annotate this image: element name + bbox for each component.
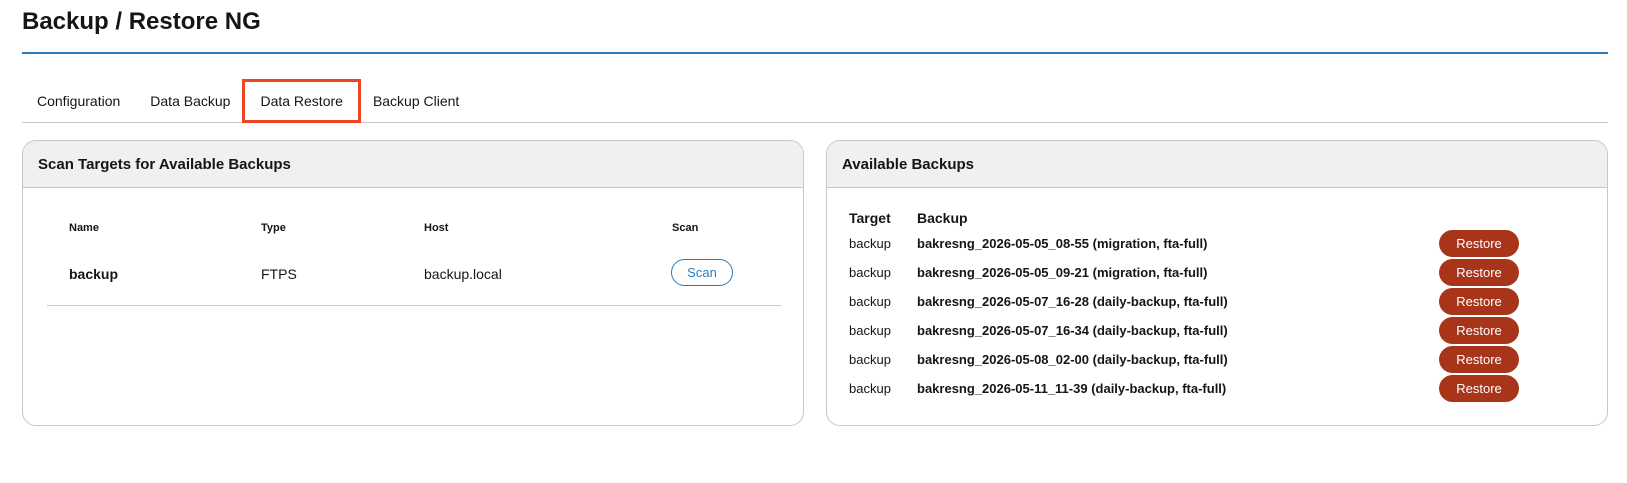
backup-name: bakresng_2026-05-05_09-21 (migration, ft…: [917, 265, 1208, 280]
table-row: backup bakresng_2026-05-05_09-21 (migrat…: [849, 258, 1569, 287]
available-backups-table: Target Backup backup bakresng_2026-05-05…: [849, 207, 1569, 403]
backup-tags: (migration, fta-full): [1089, 236, 1208, 251]
backup-name: bakresng_2026-05-07_16-34 (daily-backup,…: [917, 323, 1228, 338]
tab-backup-client[interactable]: Backup Client: [358, 82, 474, 120]
scan-targets-table: Name Type Host Scan backup FTPS backup.l…: [47, 213, 781, 306]
table-row: backup bakresng_2026-05-07_16-34 (daily-…: [849, 316, 1569, 345]
table-row: backup bakresng_2026-05-07_16-28 (daily-…: [849, 287, 1569, 316]
title-divider: [22, 52, 1608, 54]
backup-tags: (daily-backup, fta-full): [1089, 294, 1228, 309]
table-row: backup FTPS backup.local Scan: [47, 243, 781, 306]
tab-bar: Configuration Data Backup Data Restore B…: [22, 79, 1608, 123]
column-header-host: Host: [424, 222, 449, 234]
column-header-type: Type: [261, 222, 286, 234]
table-row: backup bakresng_2026-05-05_08-55 (migrat…: [849, 229, 1569, 258]
restore-button[interactable]: Restore: [1439, 375, 1519, 402]
backup-target: backup: [849, 381, 891, 396]
backup-tags: (daily-backup, fta-full): [1087, 381, 1227, 396]
restore-button[interactable]: Restore: [1439, 259, 1519, 286]
backup-target: backup: [849, 323, 891, 338]
backup-target: backup: [849, 294, 891, 309]
target-host: backup.local: [424, 266, 502, 282]
backup-name: bakresng_2026-05-07_16-28 (daily-backup,…: [917, 294, 1228, 309]
column-header-scan: Scan: [672, 222, 699, 234]
tab-configuration[interactable]: Configuration: [22, 82, 135, 120]
backup-tags: (daily-backup, fta-full): [1089, 323, 1228, 338]
tab-data-restore[interactable]: Data Restore: [242, 79, 361, 123]
tab-data-backup[interactable]: Data Backup: [135, 82, 245, 120]
column-header-target: Target: [849, 210, 891, 226]
backup-target: backup: [849, 236, 891, 251]
restore-button[interactable]: Restore: [1439, 317, 1519, 344]
scan-targets-panel: Scan Targets for Available Backups Name …: [22, 140, 804, 426]
column-header-name: Name: [69, 222, 99, 234]
table-header-row: Name Type Host Scan: [47, 213, 781, 243]
table-header-row: Target Backup: [849, 207, 1569, 229]
target-type: FTPS: [261, 266, 297, 282]
target-name: backup: [69, 266, 119, 282]
available-backups-panel: Available Backups Target Backup backup b…: [826, 140, 1608, 426]
available-backups-panel-title: Available Backups: [827, 141, 1607, 188]
column-header-backup: Backup: [917, 210, 968, 226]
restore-button[interactable]: Restore: [1439, 346, 1519, 373]
table-row: backup bakresng_2026-05-08_02-00 (daily-…: [849, 345, 1569, 374]
scan-targets-panel-title: Scan Targets for Available Backups: [23, 141, 803, 188]
scan-button[interactable]: Scan: [671, 259, 733, 286]
backup-name: bakresng_2026-05-08_02-00 (daily-backup,…: [917, 352, 1228, 367]
backup-target: backup: [849, 265, 891, 280]
backup-target: backup: [849, 352, 891, 367]
page-title: Backup / Restore NG: [22, 8, 261, 35]
backup-tags: (migration, fta-full): [1089, 265, 1208, 280]
backup-name: bakresng_2026-05-11_11-39 (daily-backup,…: [917, 381, 1227, 396]
restore-button[interactable]: Restore: [1439, 230, 1519, 257]
restore-button[interactable]: Restore: [1439, 288, 1519, 315]
backup-name: bakresng_2026-05-05_08-55 (migration, ft…: [917, 236, 1208, 251]
backup-tags: (daily-backup, fta-full): [1089, 352, 1228, 367]
table-row: backup bakresng_2026-05-11_11-39 (daily-…: [849, 374, 1569, 403]
